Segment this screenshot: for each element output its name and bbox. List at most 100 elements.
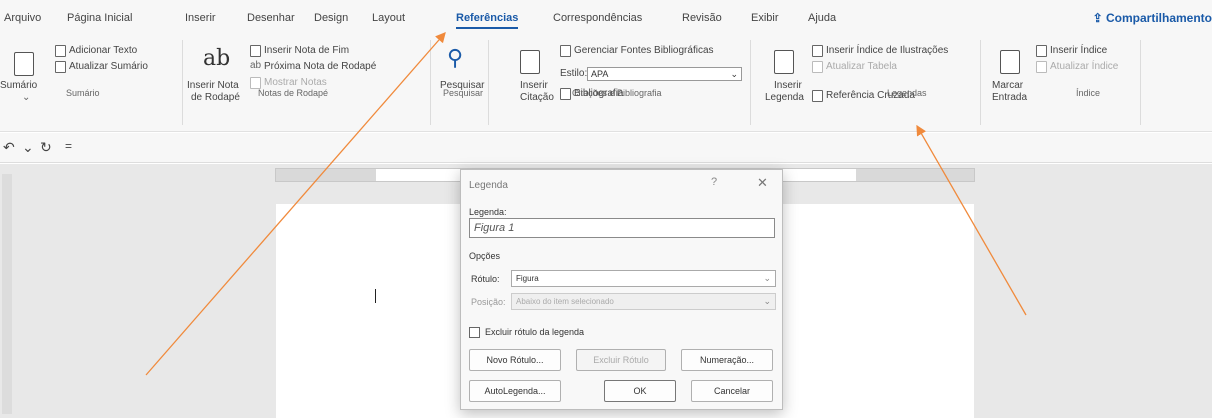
insert-index-button[interactable]: Inserir Índice: [1050, 45, 1107, 56]
insert-caption-icon: [774, 50, 794, 74]
tab-inserir[interactable]: Inserir: [185, 12, 216, 24]
mark-entry-icon: [1000, 50, 1020, 74]
group-separator: [430, 40, 431, 125]
dialog-title: Legenda: [469, 180, 508, 191]
cancel-button[interactable]: Cancelar: [691, 380, 773, 402]
chevron-down-icon[interactable]: ⌄: [22, 92, 30, 103]
close-icon[interactable]: ✕: [757, 175, 768, 191]
insert-figures-index-icon: [812, 45, 823, 57]
update-toc-icon: [55, 61, 66, 73]
mark-entry-label-2: Entrada: [992, 92, 1028, 103]
style-select[interactable]: APA ⌄: [587, 67, 742, 81]
update-table-icon: [812, 61, 823, 73]
caption-dialog: Legenda ? ✕ Legenda: Figura 1 Opções Rót…: [460, 169, 783, 410]
cross-reference-icon: [812, 90, 823, 102]
tab-correspondencias[interactable]: Correspondências: [553, 12, 642, 24]
group-label-sumario: Sumário: [66, 88, 100, 98]
update-index-button[interactable]: Atualizar Índice: [1050, 61, 1118, 72]
insert-index-icon: [1036, 45, 1047, 57]
update-table-button[interactable]: Atualizar Tabela: [826, 61, 897, 72]
undo-icon[interactable]: ↶: [3, 139, 15, 156]
footnote-ab-icon: ab: [203, 46, 231, 71]
share-icon: ⇪: [1092, 11, 1106, 25]
label-select-value: Figura: [516, 274, 539, 283]
position-select-value: Abaixo do item selecionado: [516, 297, 614, 306]
chevron-down-icon[interactable]: ⌄: [22, 139, 34, 156]
quick-access-toolbar: ↶ ⌄ ↻ =: [0, 133, 1212, 163]
group-separator: [1140, 40, 1141, 125]
caption-label: Legenda:: [469, 207, 507, 217]
insert-citation-button[interactable]: Inserir: [520, 80, 548, 91]
ok-button[interactable]: OK: [604, 380, 676, 402]
group-label-legendas: Legendas: [887, 88, 927, 98]
mark-entry-button[interactable]: Marcar: [992, 80, 1023, 91]
exclude-label-checkbox[interactable]: [469, 327, 480, 338]
citation-icon: [520, 50, 540, 74]
tab-revisao[interactable]: Revisão: [682, 12, 722, 24]
caption-value: Figura 1: [474, 222, 515, 234]
ribbon-references: Sumário ⌄ Adicionar Texto Atualizar Sumá…: [0, 30, 1212, 132]
new-label-button[interactable]: Novo Rótulo...: [469, 349, 561, 371]
group-separator: [182, 40, 183, 125]
insert-caption-button[interactable]: Inserir: [774, 80, 802, 91]
tab-exibir[interactable]: Exibir: [751, 12, 779, 24]
update-toc-button[interactable]: Atualizar Sumário: [69, 61, 148, 72]
chevron-down-icon: ⌄: [763, 296, 771, 306]
sumario-button[interactable]: Sumário: [0, 80, 37, 91]
manage-sources-icon: [560, 45, 571, 57]
position-select[interactable]: Abaixo do item selecionado ⌄: [511, 293, 776, 310]
share-button[interactable]: ⇪ Compartilhamento: [1093, 11, 1212, 25]
position-field-label: Posição:: [471, 297, 506, 307]
add-text-button[interactable]: Adicionar Texto: [69, 45, 137, 56]
show-notes-button[interactable]: Mostrar Notas: [264, 77, 327, 88]
vertical-ruler: [2, 174, 12, 414]
delete-label-button[interactable]: Excluir Rótulo: [576, 349, 666, 371]
help-icon[interactable]: ?: [711, 176, 717, 188]
bibliography-icon: [560, 88, 571, 100]
tab-referencias[interactable]: Referências: [456, 12, 519, 29]
insert-footnote-label-2: de Rodapé: [191, 92, 240, 103]
tab-pagina-inicial[interactable]: Página Inicial: [67, 12, 132, 24]
group-separator: [980, 40, 981, 125]
chevron-down-icon: ⌄: [763, 273, 771, 283]
table-of-contents-icon[interactable]: [14, 52, 34, 76]
options-label: Opções: [469, 251, 501, 261]
caption-input[interactable]: Figura 1: [469, 218, 775, 238]
tab-arquivo[interactable]: Arquivo: [4, 12, 41, 24]
group-separator: [750, 40, 751, 125]
style-label: Estilo:: [560, 68, 588, 79]
add-text-icon: [55, 45, 66, 57]
chevron-down-icon: ⌄: [730, 69, 738, 79]
group-label-pesquisar: Pesquisar: [443, 88, 484, 98]
insert-citation-label-2: Citação: [520, 92, 554, 103]
endnote-icon: [250, 45, 261, 57]
group-label-citacoes: Citações e Bibliografia: [572, 88, 662, 98]
update-index-icon: [1036, 61, 1047, 73]
label-select[interactable]: Figura ⌄: [511, 270, 776, 287]
group-separator: [488, 40, 489, 125]
customize-toolbar-icon[interactable]: =: [65, 139, 72, 153]
insert-figures-index-button[interactable]: Inserir Índice de Ilustrações: [826, 45, 948, 56]
next-footnote-button[interactable]: Próxima Nota de Rodapé: [264, 61, 376, 72]
share-label: Compartilhamento: [1105, 11, 1212, 25]
tab-design[interactable]: Design: [314, 12, 348, 24]
manage-sources-button[interactable]: Gerenciar Fontes Bibliográficas: [574, 45, 714, 56]
ribbon-tabs: Arquivo Página Inicial Inserir Desenhar …: [0, 0, 1212, 30]
next-footnote-icon: ab: [250, 60, 262, 71]
tab-ajuda[interactable]: Ajuda: [808, 12, 836, 24]
group-label-notas: Notas de Rodapé: [258, 88, 329, 98]
search-icon[interactable]: ⚲: [447, 45, 463, 71]
numbering-button[interactable]: Numeração...: [681, 349, 773, 371]
label-field-label: Rótulo:: [471, 274, 500, 284]
tab-desenhar[interactable]: Desenhar: [247, 12, 295, 24]
redo-icon[interactable]: ↻: [40, 139, 52, 156]
text-cursor: [375, 289, 376, 303]
group-label-indice: Índice: [1076, 88, 1101, 98]
insert-endnote-button[interactable]: Inserir Nota de Fim: [264, 45, 349, 56]
style-value: APA: [591, 69, 609, 79]
exclude-label-text: Excluir rótulo da legenda: [485, 327, 585, 337]
tab-layout[interactable]: Layout: [372, 12, 405, 24]
insert-caption-label-2: Legenda: [765, 92, 804, 103]
insert-footnote-button[interactable]: Inserir Nota: [187, 80, 239, 91]
autocaption-button[interactable]: AutoLegenda...: [469, 380, 561, 402]
